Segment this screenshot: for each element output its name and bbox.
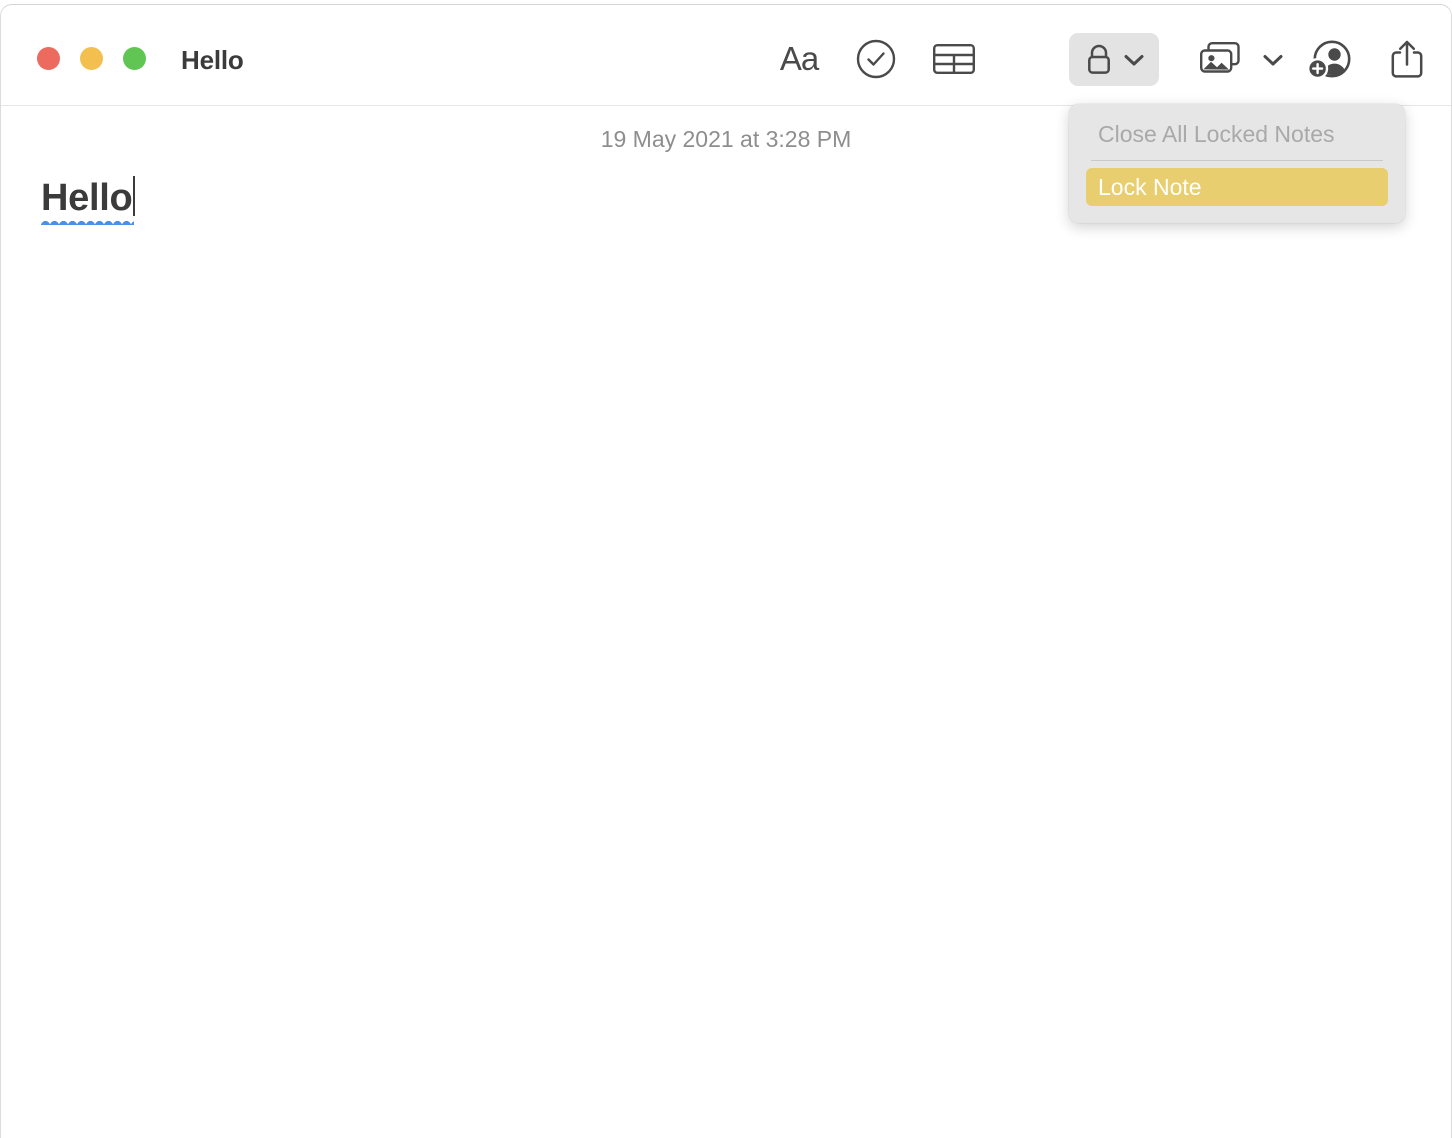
minimize-window-button[interactable]	[80, 47, 103, 70]
note-body-text[interactable]: Hello	[41, 174, 136, 225]
add-person-icon	[1305, 38, 1355, 82]
notes-window: Hello Aa 19 May 2021 at 3:28 PM Hello Cl…	[0, 4, 1452, 1138]
table-icon	[932, 41, 976, 77]
menu-item-lock-note[interactable]: Lock Note	[1086, 168, 1388, 206]
format-button[interactable]: Aa	[773, 37, 825, 81]
collaborate-button[interactable]	[1304, 37, 1356, 83]
traffic-light-controls	[37, 47, 146, 70]
lock-dropdown-menu: Close All Locked Notes Lock Note	[1069, 104, 1405, 223]
note-content-area[interactable]: 19 May 2021 at 3:28 PM Hello	[1, 106, 1451, 1138]
menu-separator	[1091, 160, 1383, 161]
text-cursor	[133, 176, 136, 216]
format-label: Aa	[779, 40, 819, 77]
checkmark-circle-icon	[855, 38, 897, 80]
lock-icon	[1084, 42, 1114, 78]
window-titlebar: Hello Aa	[1, 5, 1451, 106]
lock-note-button[interactable]	[1069, 33, 1159, 86]
close-window-button[interactable]	[37, 47, 60, 70]
window-title: Hello	[181, 45, 244, 75]
chevron-down-icon	[1262, 53, 1284, 67]
share-icon	[1389, 37, 1425, 81]
menu-item-close-all-locked-notes[interactable]: Close All Locked Notes	[1086, 115, 1388, 153]
chevron-down-icon	[1123, 53, 1145, 67]
maximize-window-button[interactable]	[123, 47, 146, 70]
media-button[interactable]	[1193, 35, 1289, 85]
table-button[interactable]	[931, 37, 977, 81]
share-button[interactable]	[1387, 35, 1427, 83]
note-body-word: Hello	[41, 174, 135, 225]
checklist-button[interactable]	[854, 37, 898, 81]
photos-icon	[1198, 39, 1250, 81]
